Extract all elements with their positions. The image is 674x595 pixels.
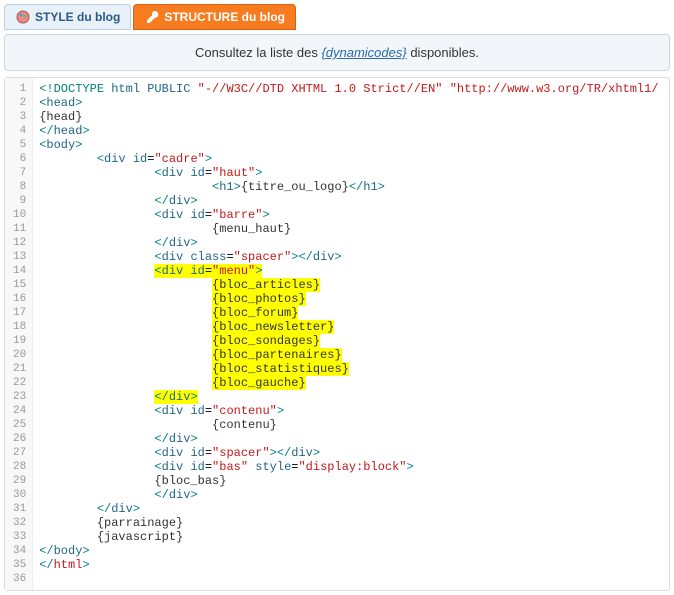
notice-bar: Consultez la liste des {dynamicodes} dis… (4, 34, 670, 71)
tab-style[interactable]: STYLE du blog (4, 4, 131, 30)
code-area[interactable]: <!DOCTYPE html PUBLIC "-//W3C//DTD XHTML… (33, 78, 669, 590)
tab-bar: STYLE du blog STRUCTURE du blog (4, 4, 670, 30)
notice-prefix: Consultez la liste des (195, 45, 321, 60)
tab-structure[interactable]: STRUCTURE du blog (133, 4, 296, 30)
palette-icon (15, 9, 31, 25)
tab-style-label: STYLE du blog (35, 10, 120, 24)
notice-suffix: disponibles. (407, 45, 479, 60)
line-gutter: 1234567891011121314151617181920212223242… (5, 78, 33, 590)
dynamicodes-link[interactable]: {dynamicodes} (321, 45, 406, 60)
tab-structure-label: STRUCTURE du blog (164, 10, 285, 24)
wrench-icon (144, 9, 160, 25)
